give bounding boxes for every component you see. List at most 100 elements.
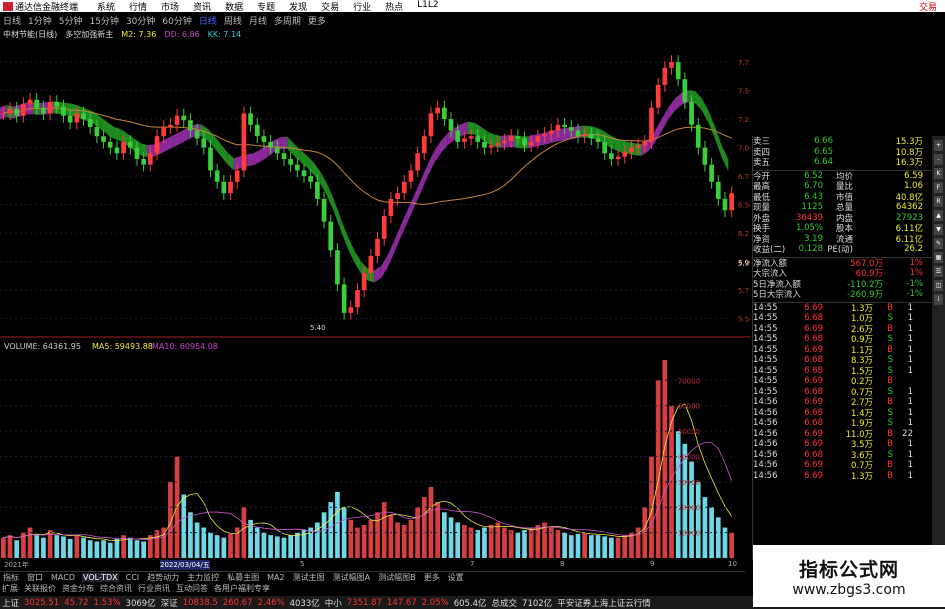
tool-rsi-icon[interactable]: R: [934, 196, 943, 207]
period-1min[interactable]: 1分钟: [28, 14, 52, 27]
candle-body: [442, 107, 447, 120]
volume-bar: [94, 541, 100, 558]
price-tick-label: 7.50: [738, 88, 750, 96]
tab-test-sub-b[interactable]: 测试幅图B: [377, 572, 417, 583]
stat-value-2: 1.06: [904, 181, 923, 192]
tick-count: 1: [907, 323, 913, 334]
menu-item-news[interactable]: 资讯: [193, 0, 211, 13]
stat-label: 收益(二): [753, 245, 786, 256]
menu-item-hot[interactable]: 热点: [385, 0, 403, 13]
menu-item-discover[interactable]: 发现: [289, 0, 307, 13]
tab-indicators[interactable]: 指标: [2, 572, 20, 583]
tick-direction: S: [887, 355, 893, 366]
tab-test-sub-a[interactable]: 测试幅图A: [332, 572, 371, 583]
tab-fund-distribution[interactable]: 资金分布: [62, 583, 94, 594]
sz-index-value: 10838.5: [182, 597, 218, 608]
candle-body: [355, 290, 360, 308]
period-5min[interactable]: 5分钟: [59, 14, 83, 27]
tab-related-quotes[interactable]: 关联报价: [24, 583, 56, 594]
candle-body: [168, 124, 173, 128]
candle-body: [161, 127, 167, 137]
period-week[interactable]: 周线: [224, 14, 242, 27]
tick-time: 14:55: [753, 323, 778, 334]
zx-index-amount: 605.4亿: [453, 598, 487, 609]
tab-industry-news[interactable]: 行业资讯: [138, 583, 170, 594]
stock-name: 中材节能(日线): [3, 29, 58, 39]
tab-extend[interactable]: 扩展: [2, 583, 18, 594]
tool-kline-icon[interactable]: K: [934, 168, 943, 179]
zx-index-label[interactable]: 中小: [325, 597, 342, 609]
tab-private-main[interactable]: 私募主图: [226, 572, 260, 583]
tab-test-main[interactable]: 测试主图: [292, 572, 326, 583]
volume-bar: [148, 535, 153, 558]
flow-label: 5日大宗流入: [753, 290, 801, 301]
menu-item-l1l2[interactable]: L1L2: [417, 0, 438, 13]
kline-chart[interactable]: 7.757.507.257.006.756.506.256.005.755.50…: [0, 40, 750, 560]
period-15min[interactable]: 15分钟: [89, 14, 118, 27]
zx-index-pct: 2.05%: [421, 597, 449, 608]
tab-user-benefits[interactable]: 各用户福利专享: [214, 583, 270, 594]
tool-info-icon[interactable]: i: [934, 294, 943, 305]
trade-link[interactable]: 交易: [919, 0, 937, 13]
trading-terminal-window: 通达信金融终端 系统 行情 市场 资讯 数据 专题 发现 交易 行业 热点 L1…: [0, 0, 945, 609]
menu-item-quotes[interactable]: 行情: [129, 0, 147, 13]
tool-add-icon[interactable]: +: [934, 140, 943, 151]
stat-value: 1125: [801, 202, 823, 213]
tool-f10-icon[interactable]: F: [934, 182, 943, 193]
tab-macd[interactable]: MACD: [50, 573, 76, 582]
candle-body: [575, 130, 581, 137]
tick-price: 6.69: [804, 460, 823, 471]
volume-ma10-line: [3, 442, 733, 540]
sh-index-label[interactable]: 上证: [2, 597, 19, 609]
period-multi[interactable]: 多周期: [274, 14, 301, 27]
volume-bar: [602, 536, 608, 558]
tab-qa[interactable]: 互动问答: [176, 583, 208, 594]
period-daily-icon[interactable]: 日线: [3, 14, 21, 27]
menu-item-market[interactable]: 市场: [161, 0, 179, 13]
menu-item-industry[interactable]: 行业: [353, 0, 371, 13]
tool-edit-icon[interactable]: ✎: [934, 238, 943, 249]
volume-bar: [401, 525, 407, 558]
tool-minus-icon[interactable]: -: [934, 154, 943, 165]
tab-settings[interactable]: 设置: [447, 572, 465, 583]
tab-window[interactable]: 窗口: [26, 572, 44, 583]
menu-item-system[interactable]: 系统: [97, 0, 115, 13]
tab-vol-tdx[interactable]: VOL-TDX: [81, 573, 119, 582]
tool-chart-icon[interactable]: ◫: [934, 280, 943, 291]
tab-trend-power[interactable]: 趋势动力: [146, 572, 180, 583]
tool-grid-icon[interactable]: ▦: [934, 252, 943, 263]
candle-body: [395, 193, 400, 199]
volume-bar: [582, 532, 587, 558]
menu-item-topics[interactable]: 专题: [257, 0, 275, 13]
volume-bar: [141, 541, 146, 558]
period-more[interactable]: 更多: [308, 14, 326, 27]
tool-down-icon[interactable]: ▼: [934, 224, 943, 235]
tick-direction: B: [887, 323, 893, 334]
volume-bar: [715, 517, 721, 558]
trend-band-segment: [247, 153, 254, 167]
tool-list-icon[interactable]: ☰: [934, 266, 943, 277]
tab-ma2[interactable]: MA2: [266, 573, 285, 582]
volume-bar: [361, 525, 367, 558]
period-30min[interactable]: 30分钟: [126, 14, 155, 27]
candle-body: [87, 119, 93, 128]
sz-index-label[interactable]: 深证: [161, 597, 178, 609]
indicator-name[interactable]: 多空加强新主: [65, 29, 113, 40]
menu-item-trade[interactable]: 交易: [321, 0, 339, 13]
candle-body: [241, 113, 247, 171]
tab-cci[interactable]: CCI: [125, 573, 141, 582]
watermark: 指标公式网 www.zbgs3.com: [753, 545, 945, 607]
period-month[interactable]: 月线: [249, 14, 267, 27]
volume-bar: [328, 502, 334, 558]
candle-body: [74, 113, 80, 123]
tab-more[interactable]: 更多: [423, 572, 441, 583]
tool-up-icon[interactable]: ▲: [934, 210, 943, 221]
tab-general-news[interactable]: 综合资讯: [100, 583, 132, 594]
trend-band-segment: [394, 224, 401, 253]
tab-main-monitor[interactable]: 主力监控: [186, 572, 220, 583]
sz-index-change: 260.67: [222, 597, 253, 608]
period-day[interactable]: 日线: [199, 14, 217, 27]
menu-item-data[interactable]: 数据: [225, 0, 243, 13]
watermark-url: www.zbgs3.com: [792, 581, 906, 598]
period-60min[interactable]: 60分钟: [162, 14, 191, 27]
